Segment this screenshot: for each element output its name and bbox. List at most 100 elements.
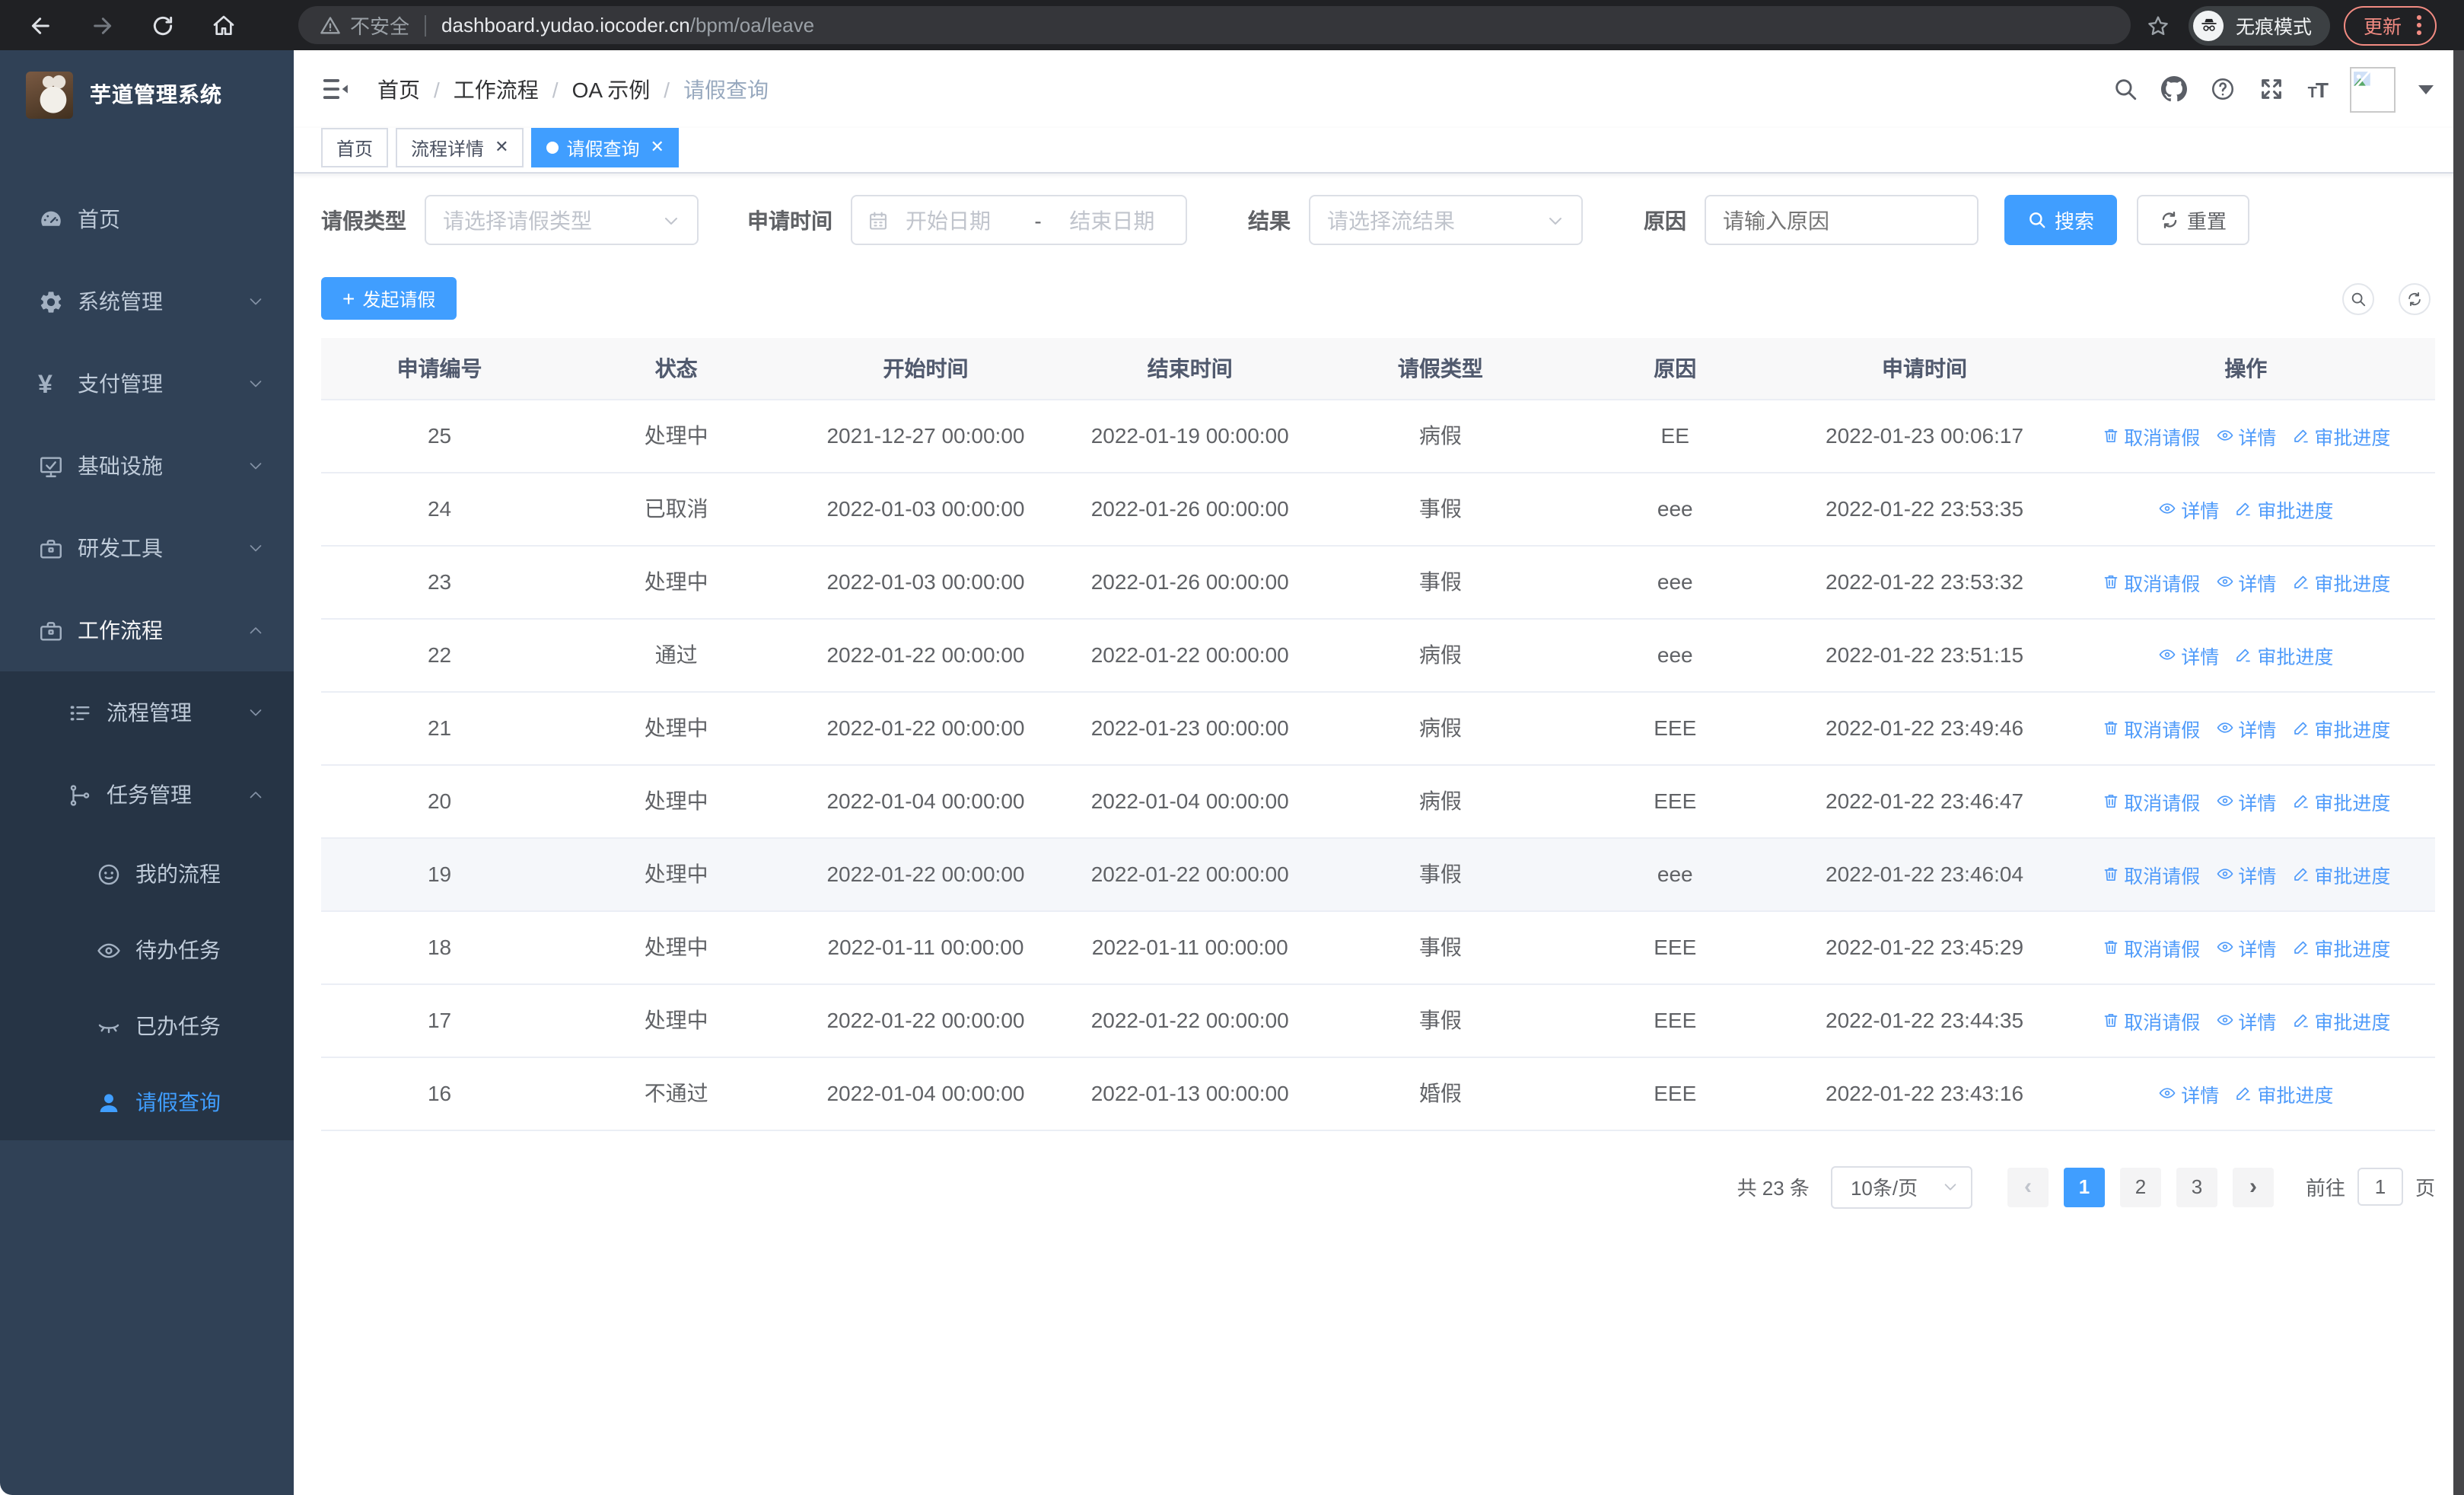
cancel-action-link[interactable]: 取消请假 [2101,421,2200,450]
progress-action-link[interactable]: 审批进度 [2291,786,2390,815]
cancel-action-link[interactable]: 取消请假 [2101,786,2200,815]
progress-action-link[interactable]: 审批进度 [2234,640,2333,669]
gear-icon [38,288,64,314]
page-button-2[interactable]: 2 [2119,1167,2161,1207]
result-label: 结果 [1248,208,1291,232]
cell-applied: 2022-01-23 00:06:17 [1792,399,2057,473]
reload-icon[interactable] [143,5,183,45]
cancel-action-link[interactable]: 取消请假 [2101,567,2200,596]
help-icon[interactable] [2211,76,2236,102]
tab-首页[interactable]: 首页 [321,128,389,167]
detail-action-link[interactable]: 详情 [2215,859,2276,888]
detail-action-link[interactable]: 详情 [2215,1006,2276,1034]
detail-action-link[interactable]: 详情 [2215,421,2276,450]
search-button[interactable]: 搜索 [2004,195,2118,245]
table-row: 19 处理中 2022-01-22 00:00:00 2022-01-22 00:00… [321,837,2435,911]
sidebar-item-dev-tools[interactable]: 研发工具 [0,507,294,589]
update-button[interactable]: 更新 [2344,5,2437,45]
sidebar-item-done-tasks[interactable]: 已办任务 [0,988,294,1064]
detail-action-link[interactable]: 详情 [2215,567,2276,596]
prev-page-button[interactable]: ‹ [2007,1167,2049,1207]
bookmark-star-icon[interactable] [2146,13,2170,37]
content: 请假类型 请选择请假类型 申请时间 开始日期 - 结束日期 结果 请选择流结果 [294,174,2464,1495]
font-size-icon[interactable]: TT [2308,77,2329,101]
cell-type: 病假 [1323,764,1558,838]
next-page-button[interactable]: › [2232,1167,2274,1207]
collapse-menu-icon[interactable] [321,75,350,104]
sidebar-item-process-management[interactable]: 流程管理 [0,671,294,754]
close-icon[interactable]: ✕ [495,139,508,156]
table-row: 16 不通过 2022-01-04 00:00:00 2022-01-13 00:00… [321,1057,2435,1130]
page-button-1[interactable]: 1 [2063,1167,2105,1207]
cell-start: 2022-01-22 00:00:00 [794,691,1057,765]
leave-type-select[interactable]: 请选择请假类型 [425,195,699,245]
back-icon[interactable] [21,5,61,45]
page-button-3[interactable]: 3 [2176,1167,2217,1207]
reason-input[interactable] [1705,195,1979,245]
progress-action-link[interactable]: 审批进度 [2291,567,2390,596]
close-icon[interactable]: ✕ [651,139,664,156]
sidebar-item-task-management[interactable]: 任务管理 [0,754,294,836]
home-icon[interactable] [204,5,244,45]
cancel-action-link[interactable]: 取消请假 [2101,1006,2200,1034]
breadcrumb-item[interactable]: OA 示例 [572,74,651,104]
progress-action-link[interactable]: 审批进度 [2234,494,2333,523]
goto-page-input[interactable] [2357,1168,2403,1206]
search-icon [2351,292,2366,306]
sidebar-item-payment-management[interactable]: ¥ 支付管理 [0,343,294,425]
eye-icon [2215,792,2233,810]
sidebar-item-label: 流程管理 [107,700,192,725]
column-header: 开始时间 [794,338,1057,400]
progress-action-link[interactable]: 审批进度 [2291,1006,2390,1034]
fullscreen-icon[interactable] [2259,76,2285,102]
toggle-search-button[interactable] [2342,282,2374,314]
progress-action-link[interactable]: 审批进度 [2291,932,2390,961]
sidebar-item-my-processes[interactable]: 我的流程 [0,836,294,912]
table-row: 21 处理中 2022-01-22 00:00:00 2022-01-23 00:00… [321,691,2435,765]
progress-action-link[interactable]: 审批进度 [2291,859,2390,888]
incognito-badge: 无痕模式 [2189,5,2331,45]
page-size-select[interactable]: 10条/页 [1830,1165,1972,1208]
create-leave-button[interactable]: + 发起请假 [321,277,457,320]
github-icon[interactable] [2161,76,2188,102]
detail-action-link[interactable]: 详情 [2215,932,2276,961]
search-icon[interactable] [2113,76,2139,102]
reset-button[interactable]: 重置 [2137,195,2250,245]
forward-icon[interactable] [82,5,122,45]
progress-action-link[interactable]: 审批进度 [2291,421,2390,450]
progress-action-link[interactable]: 审批进度 [2234,1079,2333,1108]
avatar[interactable] [2350,66,2396,112]
detail-action-link[interactable]: 详情 [2158,640,2219,669]
breadcrumb-item[interactable]: 首页 [377,74,420,104]
sidebar-item-todo-tasks[interactable]: 待办任务 [0,912,294,988]
detail-action-link[interactable]: 详情 [2158,494,2219,523]
cancel-action-link[interactable]: 取消请假 [2101,713,2200,742]
cell-id: 20 [321,764,559,838]
cell-applied: 2022-01-22 23:51:15 [1792,618,2057,692]
screen: 不安全 dashboard.yudao.iocoder.cn/bpm/oa/le… [0,0,2464,1495]
avatar-caret-icon[interactable] [2418,84,2434,94]
cell-end: 2022-01-23 00:00:00 [1056,691,1323,765]
browser-menu-icon[interactable] [2417,14,2421,36]
tab-流程详情[interactable]: 流程详情 ✕ [396,128,524,167]
cancel-action-link[interactable]: 取消请假 [2101,932,2200,961]
result-select[interactable]: 请选择流结果 [1309,195,1583,245]
sidebar-item-system-management[interactable]: 系统管理 [0,260,294,343]
sidebar-item-leave-query[interactable]: 请假查询 [0,1064,294,1140]
sidebar-item-infrastructure[interactable]: 基础设施 [0,425,294,507]
pen-icon [2291,865,2310,883]
progress-action-link[interactable]: 审批进度 [2291,713,2390,742]
detail-action-link[interactable]: 详情 [2215,786,2276,815]
apply-time-range-input[interactable]: 开始日期 - 结束日期 [851,195,1187,245]
window-scrollbar[interactable] [2453,50,2464,1495]
url-bar[interactable]: 不安全 dashboard.yudao.iocoder.cn/bpm/oa/le… [298,6,2131,44]
detail-action-link[interactable]: 详情 [2215,713,2276,742]
breadcrumb-item[interactable]: 工作流程 [454,74,539,104]
sidebar-item-workflow[interactable]: 工作流程 [0,589,294,671]
tab-请假查询[interactable]: 请假查询 ✕ [531,128,680,167]
cancel-action-link[interactable]: 取消请假 [2101,859,2200,888]
column-header: 状态 [558,338,795,400]
sidebar-item-home[interactable]: 首页 [0,178,294,260]
detail-action-link[interactable]: 详情 [2158,1079,2219,1108]
refresh-table-button[interactable] [2399,282,2431,314]
